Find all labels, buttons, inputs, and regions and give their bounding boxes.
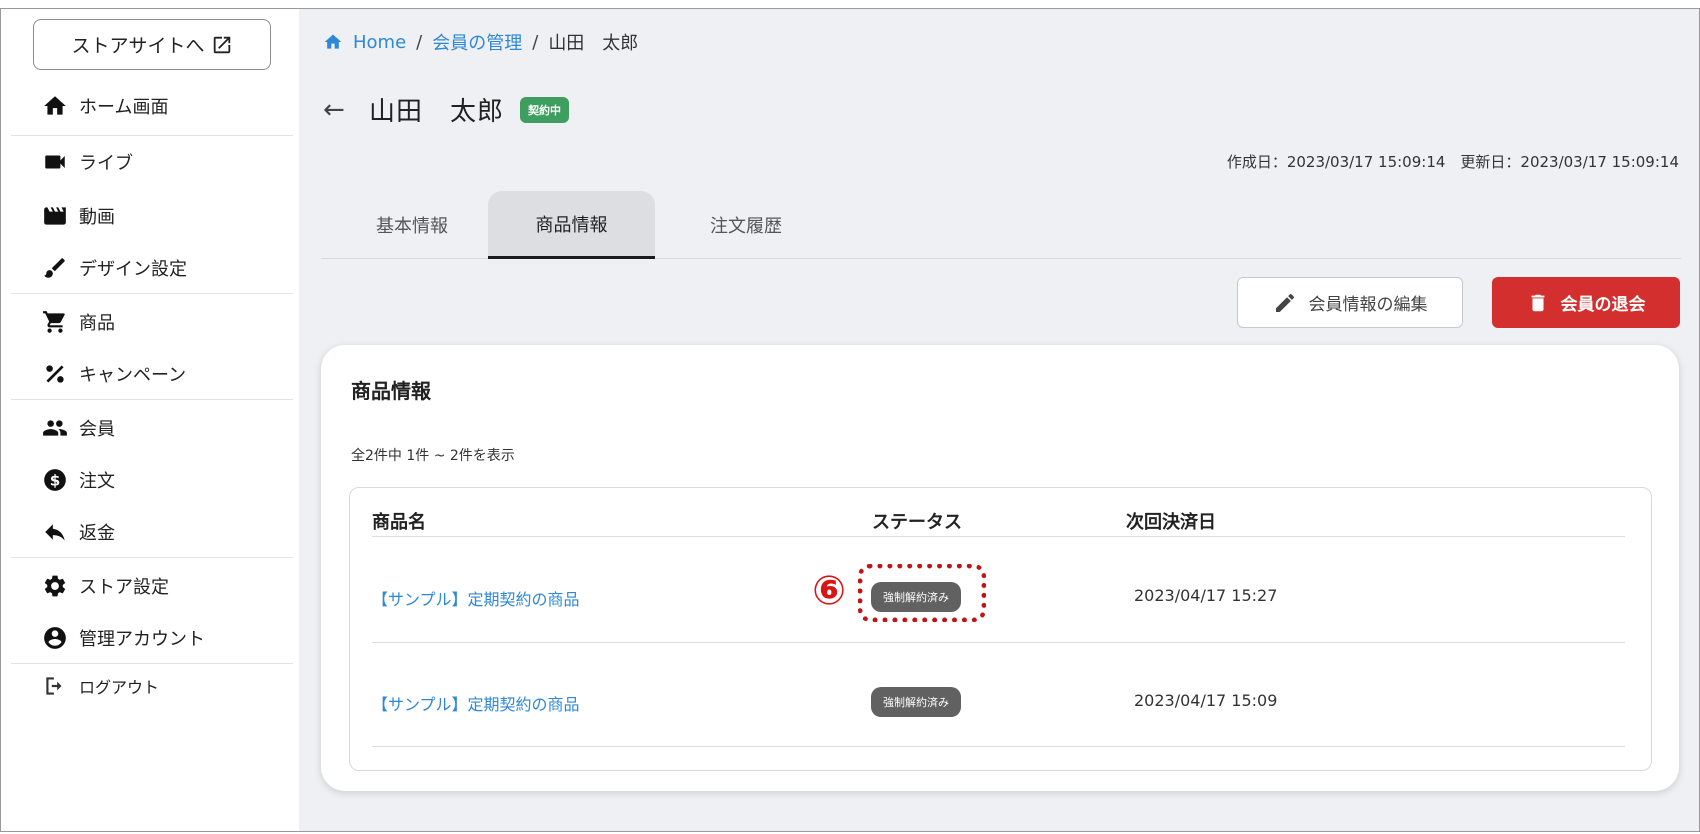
divider — [11, 293, 293, 294]
product-name-link[interactable]: 【サンプル】定期契約の商品 — [372, 586, 580, 610]
brush-icon — [41, 254, 69, 282]
created-updated-dates: 作成日：2023/03/17 15:09:14 更新日：2023/03/17 1… — [1226, 153, 1679, 171]
sidebar-item-label: ログアウト — [79, 678, 160, 697]
sidebar-item-products[interactable]: 商品 — [41, 297, 281, 347]
sidebar-item-label: ライブ — [79, 153, 133, 174]
sidebar-item-design[interactable]: デザイン設定 — [41, 243, 281, 293]
sidebar-item-orders[interactable]: $ 注文 — [41, 455, 281, 505]
sidebar-item-home[interactable]: ホーム画面 — [41, 81, 281, 131]
product-name-link[interactable]: 【サンプル】定期契約の商品 — [372, 691, 580, 715]
sidebar-item-campaign[interactable]: キャンペーン — [41, 349, 281, 399]
sidebar-item-label: キャンペーン — [79, 365, 187, 386]
breadcrumb-members-link[interactable]: 会員の管理 — [432, 29, 522, 55]
sidebar-item-label: 商品 — [79, 313, 115, 334]
title-row: ← 山田 太郎 契約中 — [323, 91, 570, 128]
divider — [11, 135, 293, 136]
home-icon — [324, 34, 342, 49]
reply-icon — [41, 518, 69, 546]
trash-icon — [1531, 294, 1544, 311]
dollar-icon: $ — [41, 466, 69, 494]
tab-bar: 基本情報 商品情報 注文履歴 — [321, 191, 1681, 259]
column-header-next-payment: 次回決済日 — [1126, 512, 1216, 533]
external-link-icon — [213, 36, 230, 53]
people-icon — [41, 414, 69, 442]
status-badge: 契約中 — [520, 96, 570, 123]
sidebar-item-videos[interactable]: 動画 — [41, 191, 281, 241]
breadcrumb-separator: / — [416, 31, 423, 53]
row-divider — [372, 746, 1625, 747]
sidebar-item-admin-account[interactable]: 管理アカウント — [41, 613, 281, 663]
status-chip: 強制解約済み — [871, 687, 961, 717]
sidebar-item-members[interactable]: 会員 — [41, 403, 281, 453]
product-table: 商品名 ステータス 次回決済日 【サンプル】定期契約の商品 強制解約済み 202… — [349, 487, 1652, 771]
tab-basic-info[interactable]: 基本情報 — [321, 191, 503, 259]
product-info-card: 商品情報 全2件中 1件 ~ 2件を表示 商品名 ステータス 次回決済日 【サン… — [321, 345, 1679, 791]
sidebar: ストアサイトへ ホーム画面 ライブ 動画 デザイン設定 商品 キャンペーン 会員… — [1, 9, 299, 831]
app-frame: ストアサイトへ ホーム画面 ライブ 動画 デザイン設定 商品 キャンペーン 会員… — [0, 8, 1700, 832]
column-header-product-name: 商品名 — [372, 512, 426, 533]
sidebar-item-label: 管理アカウント — [79, 629, 205, 650]
home-icon — [41, 92, 69, 120]
svg-text:$: $ — [50, 471, 61, 489]
pencil-icon — [1275, 293, 1294, 312]
gear-icon — [41, 572, 69, 600]
divider — [11, 557, 293, 558]
breadcrumb: Home / 会員の管理 / 山田 太郎 — [323, 29, 638, 55]
store-site-button[interactable]: ストアサイトへ — [33, 19, 271, 70]
next-payment-date: 2023/04/17 15:09 — [1134, 691, 1278, 710]
annotation-marker: ⑥ — [812, 568, 846, 614]
percent-icon — [41, 360, 69, 388]
row-divider — [372, 642, 1625, 643]
sidebar-item-label: 会員 — [79, 419, 115, 440]
annotation-highlight — [858, 564, 986, 622]
next-payment-date: 2023/04/17 15:27 — [1134, 586, 1278, 605]
sidebar-item-store-settings[interactable]: ストア設定 — [41, 561, 281, 611]
edit-member-label: 会員情報の編集 — [1308, 295, 1428, 315]
sidebar-item-logout[interactable]: ログアウト — [41, 661, 281, 711]
sidebar-item-refunds[interactable]: 返金 — [41, 507, 281, 557]
breadcrumb-home-link[interactable]: Home — [353, 32, 406, 53]
logout-icon — [41, 672, 69, 700]
breadcrumb-separator: / — [532, 31, 539, 53]
edit-member-button[interactable]: 会員情報の編集 — [1237, 277, 1463, 328]
sidebar-item-label: 注文 — [79, 471, 115, 492]
sidebar-item-live[interactable]: ライブ — [41, 137, 281, 187]
header-divider — [372, 536, 1625, 537]
result-count: 全2件中 1件 ~ 2件を表示 — [351, 448, 515, 464]
sidebar-item-label: デザイン設定 — [79, 259, 187, 280]
column-header-status: ステータス — [872, 512, 962, 533]
videocam-icon — [41, 148, 69, 176]
withdraw-member-button[interactable]: 会員の退会 — [1492, 277, 1680, 328]
sidebar-item-label: 返金 — [79, 523, 115, 544]
tab-product-info[interactable]: 商品情報 — [488, 191, 655, 259]
breadcrumb-current: 山田 太郎 — [548, 33, 639, 54]
card-title: 商品情報 — [351, 379, 431, 403]
tab-order-history[interactable]: 注文履歴 — [655, 191, 837, 259]
sidebar-item-label: ストア設定 — [79, 577, 169, 598]
main-content: Home / 会員の管理 / 山田 太郎 ← 山田 太郎 契約中 作成日：202… — [299, 9, 1699, 831]
sidebar-item-label: 動画 — [79, 207, 115, 228]
store-site-label: ストアサイトへ — [71, 35, 205, 57]
cart-icon — [41, 308, 69, 336]
back-arrow-icon[interactable]: ← — [323, 95, 353, 125]
divider — [11, 399, 293, 400]
account-icon — [41, 624, 69, 652]
page-title: 山田 太郎 — [369, 97, 505, 127]
withdraw-member-label: 会員の退会 — [1560, 295, 1646, 315]
movie-icon — [41, 202, 69, 230]
sidebar-item-label: ホーム画面 — [79, 97, 169, 118]
